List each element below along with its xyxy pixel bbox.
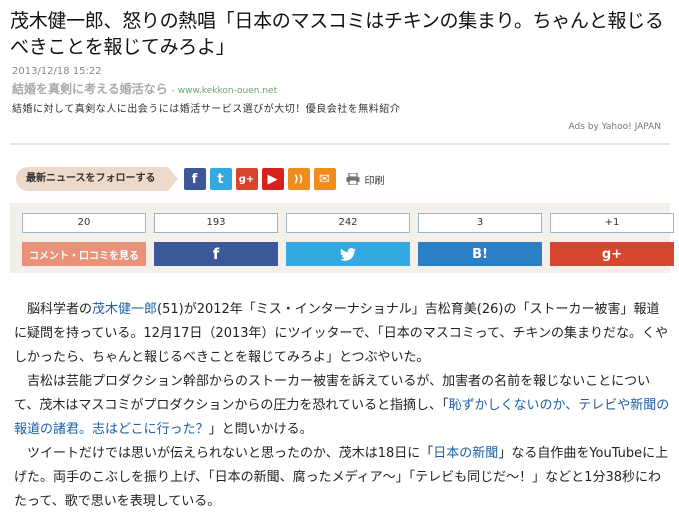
follow-label: 最新ニュースをフォローする xyxy=(16,167,177,191)
follow-bar: 最新ニュースをフォローする f t g+ ▶)) ✉ 印刷 xyxy=(16,165,385,193)
facebook-icon: f xyxy=(212,245,220,263)
text: 脳科学者の xyxy=(27,302,93,317)
google-plus-button[interactable]: g+ xyxy=(550,242,674,266)
hatena-share: 3 B! xyxy=(418,213,542,266)
twitter-share-button[interactable] xyxy=(286,242,410,266)
article-paragraph: 吉松は芸能プロダクション幹部からのストーカー被害を訴えているが、加害者の名前を報… xyxy=(14,370,670,442)
google-share: +1 g+ xyxy=(550,213,674,266)
comment-count: 20 xyxy=(22,213,146,233)
quote-highlight: 恥ずかしくないのか、 xyxy=(448,398,579,413)
ad-url[interactable]: - www.kekkon-ouen.net xyxy=(172,86,277,96)
article-body: 脳科学者の茂木健一郎(51)が2012年「ミス・インターナショナル」吉松育美(2… xyxy=(14,298,670,514)
ad-title-row: 結婚を真剣に考える婚活なら - www.kekkon-ouen.net xyxy=(12,80,662,97)
text: ツイートだけでは思いが伝えられないと思ったのか、茂木は18日に「 xyxy=(27,446,434,461)
twitter-count: 242 xyxy=(286,213,410,233)
google-count: +1 xyxy=(550,213,674,233)
ad-title-link[interactable]: 結婚を真剣に考える婚活なら xyxy=(12,82,168,96)
facebook-share-button[interactable]: f xyxy=(154,242,278,266)
hatena-count: 3 xyxy=(418,213,542,233)
hatena-icon: B! xyxy=(472,246,488,262)
twitter-icon[interactable]: t xyxy=(209,168,232,190)
follow-icons: f t g+ ▶)) ✉ xyxy=(183,168,340,190)
facebook-icon[interactable]: f xyxy=(183,168,206,190)
rss-icon[interactable]: )) xyxy=(287,168,310,190)
share-panel: 20 コメント・口コミを見る 193 f 242 3 B! +1 g+ xyxy=(10,203,674,273)
comment-button[interactable]: コメント・口コミを見る xyxy=(22,242,146,266)
newspaper-link[interactable]: 新聞 xyxy=(630,398,656,413)
quote-highlight: や xyxy=(617,398,631,413)
print-button[interactable]: 印刷 xyxy=(346,172,385,187)
song-link[interactable]: 日本の新聞 xyxy=(433,446,498,461)
youtube-icon[interactable]: ▶ xyxy=(261,168,284,190)
printer-icon xyxy=(346,173,359,185)
print-label: 印刷 xyxy=(364,175,385,187)
tv-link[interactable]: テレビ xyxy=(578,398,617,413)
divider xyxy=(10,143,670,145)
twitter-bird-icon xyxy=(340,247,356,261)
ads-by-label[interactable]: Ads by Yahoo! JAPAN xyxy=(568,122,661,132)
hatena-bookmark-button[interactable]: B! xyxy=(418,242,542,266)
google-plus-icon: g+ xyxy=(601,246,623,262)
article-paragraph: ツイートだけでは思いが伝えられないと思ったのか、茂木は18日に「日本の新聞」なる… xyxy=(14,442,670,514)
person-link[interactable]: 茂木健一郎 xyxy=(92,302,157,317)
sponsored-ad: 結婚を真剣に考える婚活なら - www.kekkon-ouen.net 結婚に対し… xyxy=(12,80,662,115)
text: 」と問いかける。 xyxy=(208,422,313,437)
ad-description: 結婚に対して真剣な人に出会うには婚活サービス選びが大切！優良会社を無料紹介 xyxy=(12,104,401,115)
publish-date: 2013/12/18 15:22 xyxy=(12,66,102,77)
page-title: 茂木健一郎、怒りの熱唱「日本のマスコミはチキンの集まり。ちゃんと報じるべきことを… xyxy=(10,10,664,58)
facebook-count: 193 xyxy=(154,213,278,233)
twitter-share: 242 xyxy=(286,213,410,266)
mail-icon[interactable]: ✉ xyxy=(313,168,336,190)
facebook-share: 193 f xyxy=(154,213,278,266)
google-plus-icon[interactable]: g+ xyxy=(235,168,258,190)
article-paragraph: 脳科学者の茂木健一郎(51)が2012年「ミス・インターナショナル」吉松育美(2… xyxy=(14,298,670,370)
comment-share: 20 コメント・口コミを見る xyxy=(22,213,146,266)
